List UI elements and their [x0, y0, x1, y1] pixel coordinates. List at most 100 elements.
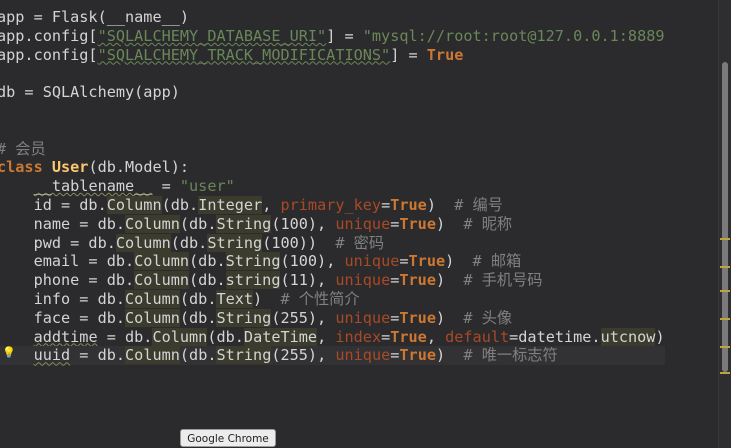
code-line[interactable]: email = db.Column(db.String(100), unique… [0, 252, 665, 271]
code-token: # 唯一标志符 [463, 346, 558, 365]
code-token: (db. [179, 214, 217, 233]
code-token: ) [435, 308, 464, 327]
code-token: Text [216, 289, 254, 308]
code-token: Column [125, 346, 180, 365]
code-token: = [152, 177, 180, 196]
code-token: # 邮箱 [472, 252, 522, 271]
code-line[interactable] [0, 121, 665, 140]
code-token: User [51, 158, 89, 177]
code-token: (db.Model): [88, 158, 190, 177]
warning-marker[interactable] [720, 266, 730, 268]
code-token: (db. [179, 346, 217, 365]
code-line[interactable]: uuid = db.Column(db.String(255), unique=… [0, 346, 665, 366]
code-line[interactable]: db = SQLAlchemy(app) [0, 83, 665, 102]
code-token: app.config[ [0, 26, 98, 45]
code-token: =datetime. [509, 327, 601, 346]
code-token: string [225, 271, 281, 290]
code-line[interactable]: name = db.Column(db.String(100), unique=… [0, 214, 665, 234]
code-token: # 密码 [335, 233, 385, 252]
code-token: "user" [179, 177, 235, 196]
code-token: String [216, 214, 272, 233]
code-token: __tablename__ [33, 177, 153, 196]
code-token: Column [125, 308, 180, 327]
code-line[interactable]: app.config["SQLALCHEMY_TRACK_MODIFICATIO… [0, 46, 665, 65]
code-token: uuid [33, 346, 71, 365]
code-token: (100), [280, 252, 345, 271]
code-token: = db. [70, 346, 126, 365]
warning-marker[interactable] [720, 346, 730, 348]
code-token: ) [435, 271, 464, 290]
code-token: # 昵称 [463, 214, 513, 233]
scroll-thumb[interactable] [722, 62, 728, 372]
code-token: "SQLALCHEMY_DATABASE_URI" [97, 26, 327, 45]
code-line[interactable]: app.config["SQLALCHEMY_DATABASE_URI"] = … [0, 27, 665, 46]
lightbulb-icon[interactable]: 💡 [2, 346, 16, 360]
code-token: (db. [189, 271, 226, 290]
code-token: DateTime [243, 327, 318, 346]
code-token: (db. [179, 308, 217, 327]
code-line[interactable] [0, 64, 665, 83]
code-token: String [207, 233, 263, 252]
code-token: # 个性简介 [280, 289, 360, 308]
code-token: unique [344, 252, 400, 271]
warning-marker[interactable] [720, 290, 730, 292]
code-line[interactable]: # 会员 [0, 140, 665, 159]
code-line[interactable]: app = Flask(__name__) [0, 8, 665, 27]
code-token: face = db. [0, 308, 126, 327]
code-token: utcnow [600, 327, 656, 346]
code-editor[interactable]: app = Flask(__name__) app.config["SQLALCH… [0, 0, 718, 448]
code-token: (255), [271, 346, 336, 365]
code-token: (db. [189, 252, 226, 271]
code-token: # 会员 [0, 139, 46, 158]
code-line[interactable]: id = db.Column(db.Integer, primary_key=T… [0, 195, 665, 215]
code-token: True [399, 214, 436, 233]
code-line[interactable]: info = db.Column(db.Text) # 个性简介 [0, 289, 665, 309]
code-line[interactable]: face = db.Column(db.String(255), unique=… [0, 308, 665, 328]
code-token: # 手机号码 [463, 271, 543, 290]
code-token: "mysql://root:root@127.0.0.1:8889 [362, 26, 665, 45]
code-token: Integer [198, 195, 263, 214]
code-token: Column [134, 252, 190, 271]
code-token: # 编号 [454, 195, 503, 214]
code-token: Column [106, 195, 162, 214]
code-line[interactable] [0, 102, 665, 121]
code-token: "SQLALCHEMY_TRACK_MODIFICATIONS" [97, 45, 391, 64]
warning-marker[interactable] [720, 238, 730, 240]
code-token: unique [335, 308, 391, 327]
code-token: pwd = db. [0, 233, 116, 252]
code-line[interactable]: phone = db.Column(db.string(11), unique=… [0, 271, 665, 290]
code-token: , [262, 195, 281, 214]
code-token: unique [335, 346, 391, 365]
code-token: , [317, 327, 336, 346]
code-token: name = db. [0, 214, 126, 233]
code-token: email = db. [0, 252, 135, 271]
code-token: True [399, 346, 436, 365]
code-token: String [216, 346, 272, 365]
code-token: db = SQLAlchemy(app) [0, 83, 180, 102]
warning-marker[interactable] [720, 372, 730, 374]
code-token: # 头像 [463, 308, 513, 327]
code-token: ) [435, 346, 464, 365]
code-token: True [390, 195, 427, 214]
code-line[interactable]: class User(db.Model): [0, 158, 665, 177]
code-token: unique [335, 271, 391, 290]
code-token: True [426, 45, 464, 64]
code-token: String [225, 252, 281, 271]
warning-marker[interactable] [720, 318, 730, 320]
code-line[interactable]: __tablename__ = "user" [0, 177, 665, 196]
code-area[interactable]: app = Flask(__name__) app.config["SQLALCH… [0, 8, 665, 366]
code-token: (db. [170, 233, 208, 252]
code-line[interactable]: addtime = db.Column(db.DateTime, index=T… [0, 327, 665, 347]
code-token: ) [655, 327, 665, 346]
code-token: ] = [326, 26, 363, 45]
code-token: Column [125, 214, 180, 233]
code-token: Column [134, 271, 190, 290]
code-token: (db. [179, 289, 217, 308]
code-token: primary_key [280, 195, 382, 214]
code-token: Column [115, 233, 171, 252]
code-token: ) [253, 289, 281, 308]
vertical-scrollbar[interactable] [718, 0, 731, 448]
code-line[interactable]: pwd = db.Column(db.String(100)) # 密码 [0, 233, 665, 253]
